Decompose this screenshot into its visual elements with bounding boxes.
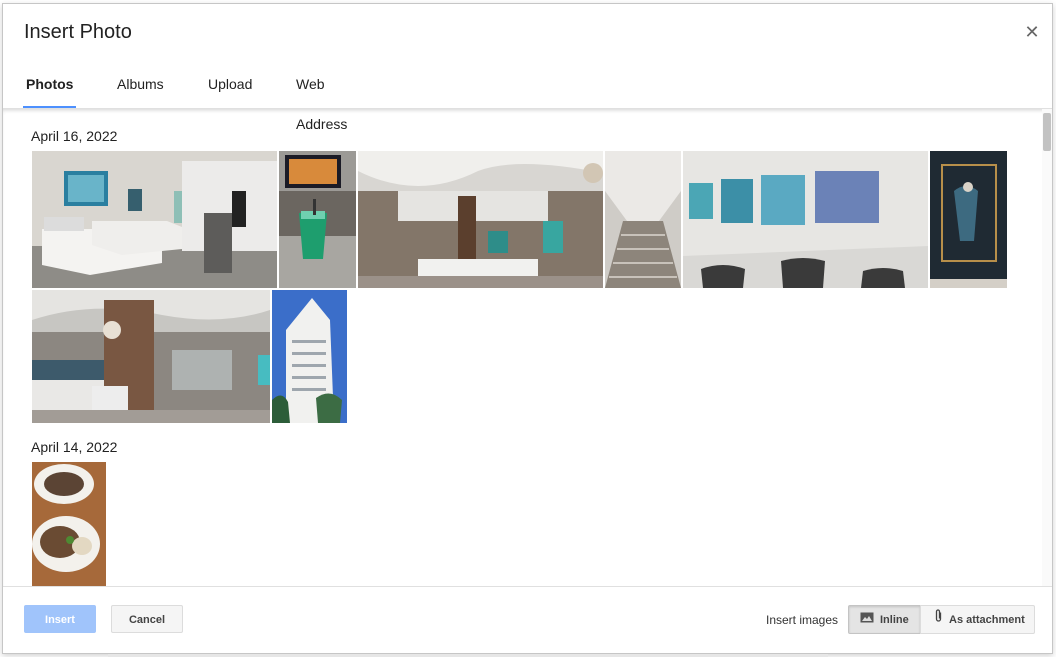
photo-thumbnail[interactable]: [32, 151, 277, 288]
insert-images-label: Insert images: [766, 613, 839, 627]
paperclip-icon: [934, 606, 943, 634]
date-heading: April 14, 2022: [31, 439, 118, 455]
photo-grid: April 16, 2022 April 14, 2022: [3, 108, 1052, 587]
insert-button[interactable]: Insert: [24, 605, 96, 633]
date-heading: April 16, 2022: [31, 128, 118, 144]
photo-thumbnail[interactable]: [605, 151, 681, 288]
photo-thumbnail[interactable]: [279, 151, 356, 288]
tab-albums[interactable]: Albums: [114, 64, 167, 109]
inline-toggle[interactable]: Inline: [848, 605, 921, 634]
inline-label: Inline: [880, 613, 909, 626]
photo-thumbnail[interactable]: [272, 290, 347, 423]
photo-thumbnail[interactable]: [930, 151, 1007, 288]
image-icon: [860, 606, 874, 634]
scrollbar-thumb[interactable]: [1043, 113, 1051, 151]
photo-thumbnail[interactable]: [32, 462, 106, 586]
tab-photos[interactable]: Photos: [23, 64, 77, 109]
cancel-button[interactable]: Cancel: [111, 605, 183, 633]
photo-thumbnail[interactable]: [683, 151, 928, 288]
tab-web-address[interactable]: Web Address (URL): [293, 64, 350, 172]
insert-photo-dialog: Insert Photo ✕ Photos Albums Upload Web …: [2, 3, 1053, 654]
close-icon[interactable]: ✕: [1022, 22, 1042, 42]
dialog-title: Insert Photo: [24, 21, 132, 43]
photo-thumbnail[interactable]: [358, 151, 603, 288]
attachment-toggle[interactable]: As attachment: [920, 605, 1035, 634]
photo-thumbnail[interactable]: [32, 290, 270, 423]
tab-upload[interactable]: Upload: [205, 64, 255, 109]
scrollbar[interactable]: [1042, 109, 1052, 586]
attachment-label: As attachment: [949, 613, 1025, 626]
